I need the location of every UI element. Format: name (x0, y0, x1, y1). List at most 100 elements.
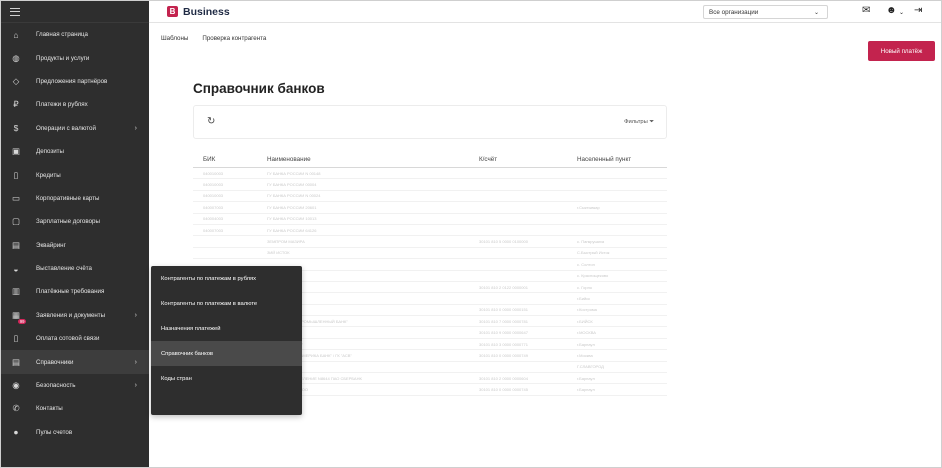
salary-icon: ▢ (11, 216, 21, 227)
logout-icon[interactable]: ⇥ (914, 5, 922, 16)
sidebar-item-label: Безопасность (36, 382, 76, 390)
sidebar-item-label: Предложения партнёров (36, 77, 108, 85)
ruble-icon: ₽ (13, 99, 19, 110)
submenu-item[interactable]: Справочник банков (151, 341, 302, 366)
cell-account: 30101 810 2 0122 0000001 (479, 284, 528, 290)
sidebar-item[interactable]: ▭ Корпоративные карты (1, 187, 149, 210)
sidebar-item[interactable]: ● Пулы счетов (1, 421, 149, 444)
sidebar-item[interactable]: ◒ Выставление счёта (1, 257, 149, 280)
cell-bik: 040004003 (203, 216, 224, 222)
cell-bik: 040010003 (203, 170, 224, 176)
sidebar-item[interactable]: ₽ Платежи в рублях (1, 93, 149, 116)
logo-icon: B (167, 6, 178, 17)
chevron-right-icon: › (134, 311, 137, 319)
cell-account: 30101 810 5 0000 0100000 (479, 239, 528, 245)
sidebar-item[interactable]: ✆ Контакты (1, 397, 149, 420)
cell-city: г.Кострома (577, 307, 597, 313)
table-row[interactable]: ЗЕМПРОМ МАЗИРА 30101 810 5 0000 0100000 с.… (193, 236, 667, 248)
table-row[interactable]: 040007003 ГУ БАНКА РОССИИ 20601 г.Сыктывка… (193, 202, 667, 214)
sidebar-item-label: Зарплатные договоры (36, 218, 100, 226)
sidebar-item-label: Платежи в рублях (36, 101, 88, 109)
sidebar-item[interactable]: ▣ Депозиты (1, 140, 149, 163)
subnav: Шаблоны Проверка контрагента (149, 23, 941, 53)
filters-button[interactable]: Фильтры ⏷ (624, 119, 654, 126)
cell-account: 30101 810 0 0000 0000749 (479, 352, 528, 358)
sidebar-item[interactable]: ▢ Зарплатные договоры (1, 210, 149, 233)
sidebar-item-label: Эквайринг (36, 241, 66, 249)
table-row[interactable]: 040007003 ГУ БАНКА РОССИИ 64126 (193, 225, 667, 237)
cell-city: г.БИЙСК (577, 318, 593, 324)
sidebar-item[interactable]: ◇ Предложения партнёров (1, 70, 149, 93)
sidebar-item-label: Кредиты (36, 171, 61, 179)
top-header: B Business Все организации ⌄ ✉ ☻ ⌄ ⇥ (149, 1, 941, 23)
subnav-check-link[interactable]: Проверка контрагента (202, 35, 266, 42)
column-header-account[interactable]: К/счёт (479, 156, 577, 163)
sidebar-item[interactable]: ◉ Безопасность › (1, 374, 149, 397)
cell-city: с. Горно (577, 284, 593, 290)
column-header-bik[interactable]: БИК (193, 156, 267, 163)
refresh-icon[interactable]: ↻ (207, 116, 215, 127)
table-row[interactable]: 040004003 ГУ БАНКА РОССИИ 10013 (193, 214, 667, 225)
cell-city: г.Бийск (577, 295, 590, 301)
documents-icon: ▦ 99 (11, 309, 26, 325)
sidebar-item[interactable]: ▥ Платёжные требования (1, 280, 149, 303)
user-chevron-icon[interactable]: ⌄ (899, 9, 904, 16)
mail-icon[interactable]: ✉ (862, 5, 870, 16)
cell-bik: 040007003 (203, 227, 224, 233)
cell-bik: 040007003 (203, 204, 224, 210)
table-row[interactable]: 040010003 ГУ БАНКА РОССИИ 00004 (193, 179, 667, 191)
submenu-item[interactable]: Коды стран (151, 366, 302, 391)
cell-name: ГУ БАНКА РОССИИ N 00024 (267, 193, 321, 199)
sidebar-item-label: Депозиты (36, 148, 64, 156)
tag-icon: ◇ (12, 75, 20, 86)
sidebar: ⌂ Главная страница ◍ Продукты и услуги ◇ Пред… (1, 1, 149, 467)
cell-name: ГУ БАНКА РОССИИ 10013 (267, 216, 317, 222)
sidebar-item[interactable]: ▤ Эквайринг (1, 234, 149, 257)
cell-name: ЗЕМПРОМ МАЗИРА (267, 239, 305, 245)
cell-city: г.Сыктывкар (577, 204, 600, 210)
bag-icon: ◍ (12, 52, 20, 63)
sidebar-item[interactable]: ⌂ Главная страница (1, 23, 149, 46)
column-header-city[interactable]: Населенный пункт (577, 156, 667, 163)
cell-account: 30101 810 0 0000 0000745 (479, 387, 528, 393)
dollar-icon: $ (13, 123, 19, 134)
menu-icon[interactable] (10, 7, 20, 16)
sidebar-item-label: Справочники (36, 358, 74, 366)
notification-badge: 99 (18, 318, 26, 325)
chevron-right-icon: › (134, 124, 137, 132)
table-header: БИК Наименование К/счёт Населенный пункт (193, 151, 667, 168)
sidebar-item-label: Заявления и документы (36, 311, 106, 319)
cell-account: 30101 810 2 0000 0000604 (479, 375, 528, 381)
book-icon: ▤ (11, 356, 21, 367)
submenu-item[interactable]: Контрагенты по платежам в рублях (151, 266, 302, 291)
sidebar-item-label: Корпоративные карты (36, 194, 100, 202)
sidebar-item-label: Контакты (36, 405, 63, 413)
submenu-item[interactable]: Контрагенты по платежам в валюте (151, 291, 302, 316)
sidebar-item[interactable]: ▯ Оплата сотовой связи (1, 327, 149, 350)
sidebar-item[interactable]: ▦ 99 Заявления и документы › (1, 304, 149, 327)
table-row[interactable]: 040010003 ГУ БАНКА РОССИИ N 00024 (193, 191, 667, 203)
cell-bik: 040010003 (203, 193, 224, 199)
submenu-item[interactable]: Назначения платежей (151, 316, 302, 341)
subnav-templates-link[interactable]: Шаблоны (161, 35, 188, 42)
table-row[interactable]: 040010003 ГУ БАНКА РОССИИ N 00148 (193, 168, 667, 180)
user-icon[interactable]: ☻ (886, 5, 897, 16)
sidebar-top (1, 1, 149, 23)
cell-name: ГУ БАНКА РОССИИ 64126 (267, 227, 317, 233)
sidebar-item[interactable]: ▤ Справочники › (1, 350, 149, 374)
cell-city: г.Москва (577, 352, 593, 358)
organization-select[interactable]: Все организации ⌄ (703, 5, 828, 19)
cell-city: С.Быстрый Исток (577, 250, 610, 256)
sidebar-item[interactable]: ▯ Кредиты (1, 163, 149, 186)
invoice-icon: ◒ (13, 263, 19, 274)
column-header-name[interactable]: Наименование (267, 156, 479, 163)
table-row[interactable]: ЗИЙ ИСТОК С.Быстрый Исток (193, 248, 667, 260)
new-payment-button[interactable]: Новый платёж (868, 41, 935, 61)
sidebar-item-label: Платёжные требования (36, 288, 105, 296)
sidebar-item[interactable]: ◍ Продукты и услуги (1, 46, 149, 69)
cell-city: Г.СЛАВГОРОД (577, 364, 604, 370)
sidebar-item-label: Оплата сотовой связи (36, 335, 100, 343)
cell-name: ГУ БАНКА РОССИИ 00004 (267, 182, 317, 188)
sidebar-item[interactable]: $ Операции с валютой › (1, 117, 149, 140)
acquiring-icon: ▤ (11, 239, 21, 250)
